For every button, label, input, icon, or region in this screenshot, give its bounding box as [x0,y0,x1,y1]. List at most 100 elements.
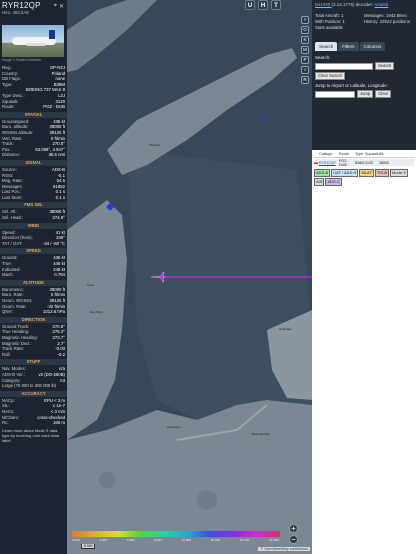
info-row: QNH: 1013.6 hPa [2,309,65,315]
place-label: Wieringen [167,425,181,429]
info-value: 35.6 nmi [48,152,65,158]
info-header: RYR12QP Hex: 48C2A8 ⌖ ✕ [2,1,65,23]
button-t[interactable]: T [271,0,281,10]
search-label: Search: [315,55,331,60]
layer-button-5[interactable]: I [301,66,309,74]
stat-right: History: 22522 positions [364,19,410,24]
info-value: 186 m [53,420,65,426]
column-header[interactable]: Route [339,152,355,156]
aircraft-list-panel: tar1090 (3.14.1776) decoder: readsb Tota… [312,0,416,554]
section-header-wind: WIND [0,222,67,229]
place-label: Breezanddijk [252,432,270,436]
info-row: Last Seen: 0.1 s [2,195,65,201]
info-row: Roll: -0.2 [2,352,65,358]
zoom-in-button[interactable]: + [289,524,298,533]
place-label: Vlieland [149,143,160,147]
info-row: Route: POZ - DUB [2,104,65,110]
stat-left: Stats available [315,25,343,30]
search-input[interactable] [315,62,373,70]
stat-right [364,25,413,30]
map-view[interactable]: Vlieland Texel Den Burg Harlingen Breeza… [67,0,312,554]
layer-button-1[interactable]: O [301,26,309,34]
info-label: Mach: [2,272,14,278]
tab-filters[interactable]: Filters [338,42,359,51]
info-label: Distance: [2,152,20,158]
search-button[interactable]: Search [375,62,395,70]
aircraft-photo[interactable] [2,25,64,57]
info-label: TAT / OAT: [2,240,23,246]
version-line: tar1090 (3.14.1776) decoder: readsb [315,2,413,7]
info-value: 1013.6 hPa [43,309,65,315]
tab-search[interactable]: Search [315,42,338,51]
info-row: Rc: 186 m [2,420,65,426]
info-label: Type: [2,81,13,87]
clear-search-button[interactable]: Clear Search [315,72,346,80]
info-label: Route: [2,104,15,110]
source-legend: ADS-B UAT / ADS-R MLAT TIS-B Mode-S AIS ADS-C [314,169,414,186]
stats-grid: Total Aircraft: 1 Messages: 1942.8/sec Wit… [315,13,413,30]
aircraft-table: Callsign Route Type Squawk Alt. RYR12QP POZ … [312,150,416,187]
source-badge: Mode-S [390,169,409,177]
source-badge: TIS-B [374,169,390,177]
panel-tabs: Search Filters Columns [315,42,413,51]
info-value: -0.2 [57,351,65,357]
altitude-legend-label: 10 000 [181,538,191,542]
info-value: 0.1 s [55,194,65,200]
info-row: Mach: 0.784 [2,272,65,278]
altitude-legend [72,531,280,537]
section-header-speed: SPEED [0,248,67,255]
tab-columns[interactable]: Columns [359,42,386,51]
app-name[interactable]: tar1090 [315,2,332,7]
info-label: Rc: [2,420,9,426]
cell-route: POZ - DUB [339,158,349,167]
map-canvas[interactable] [67,0,312,554]
source-badge: MLAT [359,169,374,177]
jump-button[interactable]: Jump [357,90,374,98]
column-header[interactable]: Type [355,152,365,156]
layer-button-2[interactable]: K [301,36,309,44]
source-badge: ADS-C [325,178,342,186]
button-h[interactable]: H [258,0,268,10]
decoder-link[interactable]: readsb [375,2,389,7]
map-scale: 5 NM [81,544,96,549]
zoom-out-button[interactable]: − [289,535,298,544]
info-label: QNH: [2,309,13,315]
layer-button-4[interactable]: P [301,56,309,64]
column-header[interactable]: Alt. [379,152,393,156]
info-sections: SPATIAL Groundspeed: 436 kt Baro. altitude:… [0,111,67,426]
cell-alt: 38000 [379,160,389,165]
clear-button[interactable]: Clear [375,90,392,98]
altitude-legend-label: 2 000 [72,538,80,542]
info-label: Sel. Head.: [2,215,24,221]
pin-icon[interactable]: ⌖ [54,3,57,10]
column-header[interactable]: Squawk [365,152,379,156]
altitude-legend-label: 6 000 [126,538,135,542]
button-u[interactable]: U [245,0,255,10]
section-header-fms-sel: FMS SEL [0,202,67,209]
table-header: Callsign Route Type Squawk Alt. [314,151,414,158]
place-label: Harlingen [279,327,292,331]
info-value: POZ - DUB [43,104,65,110]
details-list: Reg.: SP-RZJ Country: Poland DB Flags: none Ty… [2,65,65,110]
source-badge: UAT / ADS-R [331,169,359,177]
section-header-direction: DIRECTION [0,316,67,323]
altitude-legend-label: 4 000 [99,538,107,542]
map-attribution[interactable]: © OpenStreetMap contributors [258,547,310,551]
source-badge: AIS [314,178,325,186]
layer-button-0[interactable]: > [301,16,309,24]
layer-button-3[interactable]: M [301,46,309,54]
section-header-altitude: ALTITUDE [0,279,67,286]
close-icon[interactable]: ✕ [59,3,64,10]
section-header-accuracy: ACCURACY [0,390,67,397]
info-value: A3 [59,377,65,383]
stat-right: Messages: 1942.8/sec [364,13,407,18]
map-top-buttons: U H T [245,0,281,10]
info-value: -34 / -60 °C [42,240,65,246]
stat-left: With Position: 1 [315,19,345,24]
section-header-signal: SIGNAL [0,159,67,166]
layer-button-6[interactable]: R [301,76,309,84]
hex-code: Hex: 48C2A8 [2,10,29,15]
jump-input[interactable] [315,90,355,98]
column-header[interactable]: Callsign [319,152,339,156]
table-row[interactable]: RYR12QP POZ - DUB B38M 3120 38000 [314,158,414,167]
